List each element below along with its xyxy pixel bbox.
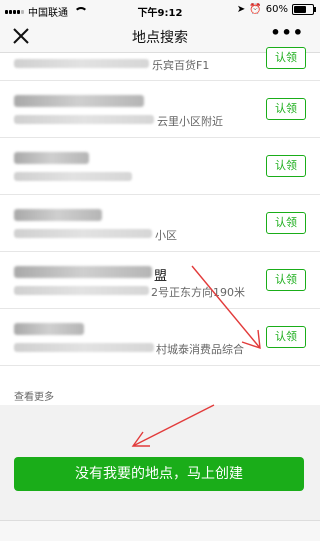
claim-button[interactable]: 认领 xyxy=(266,98,306,120)
blurred-address xyxy=(14,229,152,238)
status-right: ➤ ⏰ 60% xyxy=(236,4,316,15)
claim-button[interactable]: 认领 xyxy=(266,47,306,69)
blurred-address xyxy=(14,286,149,295)
claim-button[interactable]: 认领 xyxy=(266,155,306,177)
address-text: 2号正东方向190米 xyxy=(151,286,245,299)
list-item[interactable]: 村城泰消费品综合 认领 xyxy=(0,309,320,366)
address-text: 村城泰消费品综合 xyxy=(156,343,244,356)
list-item[interactable]: 乐宾百货F1 认领 xyxy=(0,47,320,81)
bottom-toolbar xyxy=(0,520,320,541)
status-bar: 中国联通 下午9:12 ➤ ⏰ 60% xyxy=(0,0,320,20)
claim-button[interactable]: 认领 xyxy=(266,212,306,234)
blurred-name xyxy=(14,95,144,107)
claim-button[interactable]: 认领 xyxy=(266,269,306,291)
list-item[interactable]: 盟 2号正东方向190米 认领 xyxy=(0,252,320,309)
address-text: 小区 xyxy=(155,229,177,242)
list-item[interactable]: 云里小区附近 认领 xyxy=(0,81,320,138)
place-name: 盟 xyxy=(154,269,168,284)
claim-button[interactable]: 认领 xyxy=(266,326,306,348)
blurred-address xyxy=(14,172,132,181)
list-item[interactable]: 认领 xyxy=(0,138,320,195)
blurred-address xyxy=(14,343,154,352)
address-text: 乐宾百货F1 xyxy=(152,59,210,72)
blurred-name xyxy=(14,209,102,221)
battery-icon xyxy=(292,4,316,15)
location-icon: ➤ xyxy=(236,4,246,15)
blurred-name xyxy=(14,266,152,278)
place-list: 乐宾百货F1 认领 云里小区附近 认领 认领 小区 认领 盟 2号正东方向190… xyxy=(0,47,320,366)
blurred-name xyxy=(14,323,84,335)
address-text: 云里小区附近 xyxy=(157,115,223,128)
blurred-address xyxy=(14,59,149,68)
see-more-link[interactable]: 查看更多 xyxy=(14,388,54,403)
blurred-address xyxy=(14,115,154,124)
list-item[interactable]: 小区 认领 xyxy=(0,195,320,252)
battery-percent: 60% xyxy=(265,4,288,15)
blurred-name xyxy=(14,152,89,164)
alarm-icon: ⏰ xyxy=(249,4,262,15)
more-menu-icon[interactable]: ••• xyxy=(270,23,304,42)
create-place-button[interactable]: 没有我要的地点，马上创建 xyxy=(14,457,304,491)
